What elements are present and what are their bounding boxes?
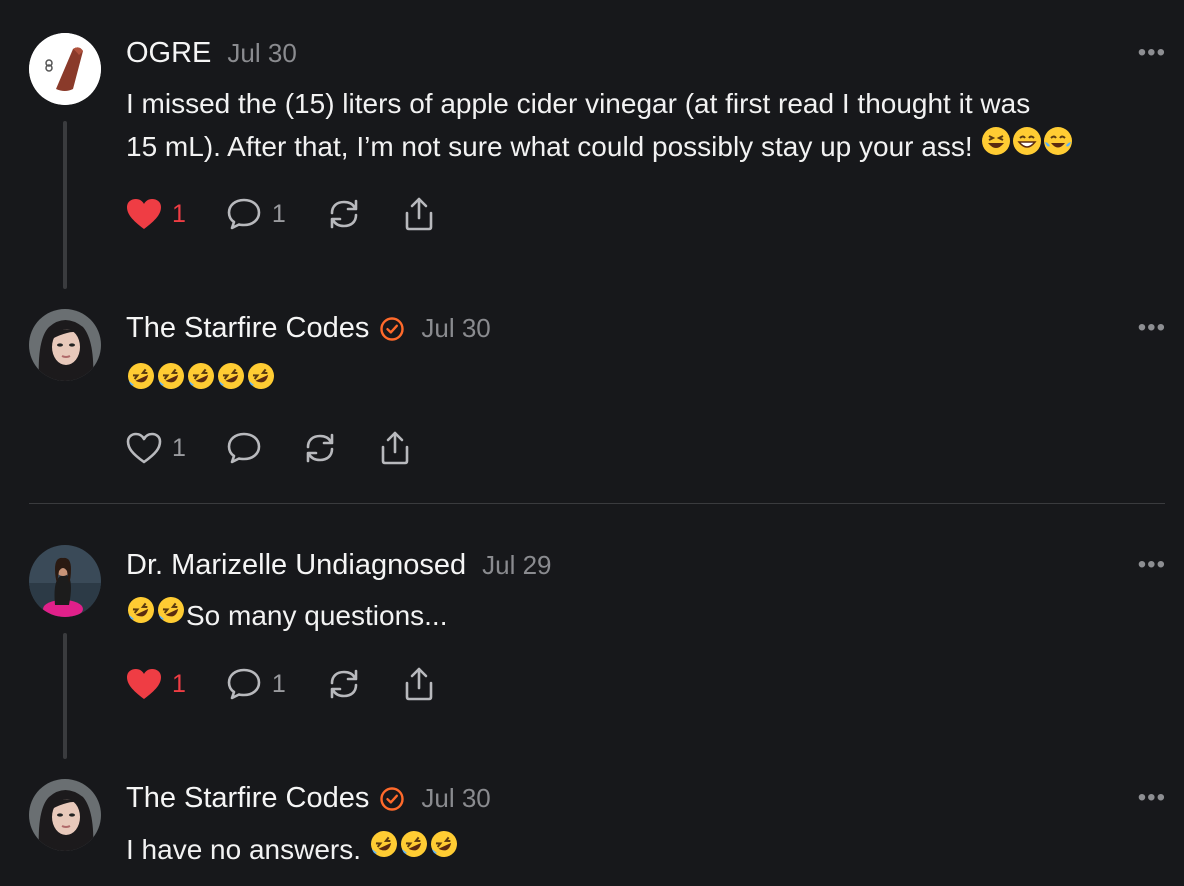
- rofl-emoji-icon: [369, 828, 399, 871]
- author-name[interactable]: Dr. Marizelle Undiagnosed: [126, 549, 466, 582]
- rofl-emoji-icon: [156, 594, 186, 637]
- post-text: [126, 360, 1171, 403]
- like-count: 1: [172, 433, 186, 462]
- more-options-icon[interactable]: •••: [1138, 553, 1166, 577]
- repost-icon: [330, 199, 358, 229]
- reply-button[interactable]: [226, 431, 262, 465]
- post-time[interactable]: Jul 30: [421, 783, 490, 814]
- like-button[interactable]: 1: [126, 198, 186, 230]
- comment-icon: [227, 432, 261, 464]
- heart-filled-icon: [127, 669, 161, 699]
- heart-filled-icon: [127, 199, 161, 229]
- avatar-starfire[interactable]: [29, 779, 101, 851]
- rofl-emoji-icon: [126, 360, 156, 403]
- rofl-emoji-icon: [186, 360, 216, 403]
- post-text: So many questions...: [126, 594, 1171, 637]
- rofl-emoji-icon: [156, 360, 186, 403]
- reply-button[interactable]: 1: [226, 197, 286, 231]
- action-bar: 1: [126, 430, 452, 466]
- post-text-content: So many questions...: [186, 600, 448, 631]
- thread-line: [63, 121, 67, 289]
- author-name[interactable]: OGRE: [126, 37, 211, 70]
- share-icon: [405, 667, 433, 701]
- post-header: OGRE Jul 30: [126, 37, 297, 70]
- reply-count: 1: [271, 199, 286, 228]
- more-options-icon[interactable]: •••: [1138, 316, 1166, 340]
- avatar-marizelle[interactable]: [29, 545, 101, 617]
- author-name[interactable]: The Starfire Codes: [126, 312, 369, 345]
- verified-badge-icon: [379, 786, 405, 812]
- author-name[interactable]: The Starfire Codes: [126, 782, 369, 815]
- rofl-emoji-icon: [399, 828, 429, 871]
- like-count: 1: [172, 199, 186, 228]
- repost-icon: [306, 433, 334, 463]
- tears-of-joy-emoji-icon: [1043, 125, 1073, 168]
- avatar-starfire[interactable]: [29, 309, 101, 381]
- reply-button[interactable]: 1: [226, 667, 286, 701]
- post-header: The Starfire Codes Jul 30: [126, 782, 491, 815]
- more-options-icon[interactable]: •••: [1138, 41, 1166, 65]
- avatar-ogre[interactable]: [29, 33, 101, 105]
- post-text-content: I have no answers.: [126, 834, 369, 865]
- repost-icon: [330, 669, 358, 699]
- thread-divider: [29, 503, 1165, 504]
- rofl-emoji-icon: [246, 360, 276, 403]
- post-text-content: 15 mL). After that, I’m not sure what co…: [126, 131, 973, 162]
- reply-count: 1: [271, 669, 286, 698]
- share-icon: [405, 197, 433, 231]
- comment-icon: [227, 198, 261, 230]
- rofl-emoji-icon: [216, 360, 246, 403]
- share-icon: [381, 431, 409, 465]
- post-header: The Starfire Codes Jul 30: [126, 312, 491, 345]
- action-bar: 1 1: [126, 666, 476, 702]
- post-time[interactable]: Jul 29: [482, 550, 551, 581]
- post-header: Dr. Marizelle Undiagnosed Jul 29: [126, 549, 552, 582]
- emoji-group: [126, 360, 276, 403]
- thread-line: [63, 633, 67, 759]
- share-button[interactable]: [402, 666, 436, 702]
- grinning-squint-emoji-icon: [981, 125, 1011, 168]
- post-time[interactable]: Jul 30: [421, 313, 490, 344]
- more-options-icon[interactable]: •••: [1138, 786, 1166, 810]
- like-button[interactable]: 1: [126, 432, 186, 464]
- repost-button[interactable]: [302, 431, 338, 465]
- heart-outline-icon: [126, 432, 162, 464]
- repost-button[interactable]: [326, 197, 362, 231]
- action-bar: 1 1: [126, 196, 476, 232]
- comment-icon: [227, 668, 261, 700]
- grinning-emoji-icon: [1012, 125, 1042, 168]
- rofl-emoji-icon: [429, 828, 459, 871]
- repost-button[interactable]: [326, 667, 362, 701]
- post-text-line: I missed the (15) liters of apple cider …: [126, 88, 1031, 119]
- post-text: I have no answers.: [126, 828, 1171, 871]
- post-text: I missed the (15) liters of apple cider …: [126, 82, 1171, 168]
- verified-badge-icon: [379, 316, 405, 342]
- rofl-emoji-icon: [126, 594, 156, 637]
- like-button[interactable]: 1: [126, 668, 186, 700]
- post-time[interactable]: Jul 30: [227, 38, 296, 69]
- emoji-group: [981, 125, 1073, 168]
- share-button[interactable]: [402, 196, 436, 232]
- share-button[interactable]: [378, 430, 412, 466]
- post-text-line: 15 mL). After that, I’m not sure what co…: [126, 125, 1171, 168]
- like-count: 1: [172, 669, 186, 698]
